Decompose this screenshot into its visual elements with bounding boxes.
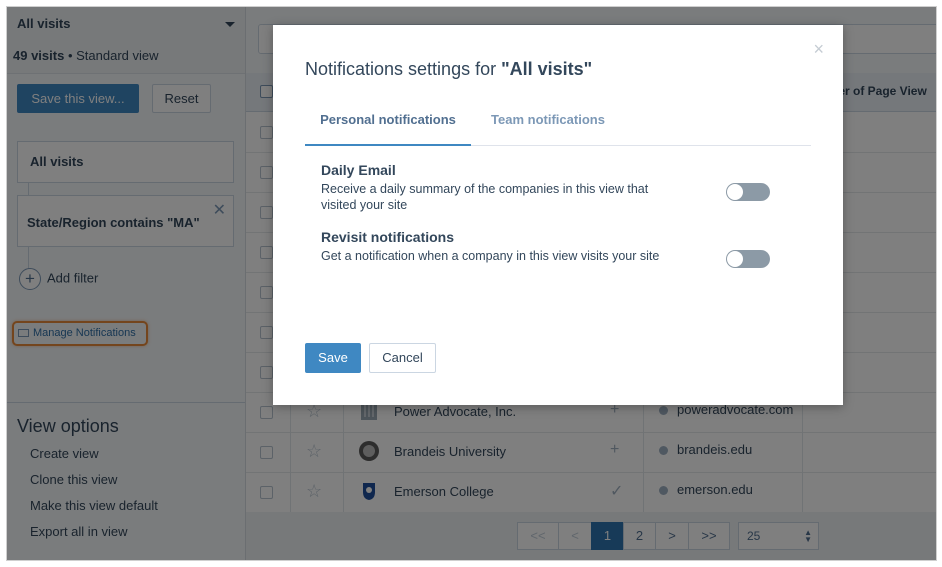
- modal-title: Notifications settings for "All visits": [305, 59, 592, 80]
- setting-title: Revisit notifications: [321, 229, 455, 245]
- setting-daily-email: Daily Email Receive a daily summary of t…: [321, 162, 681, 213]
- setting-description: Get a notification when a company in thi…: [321, 249, 660, 263]
- modal-title-view: "All visits": [501, 59, 593, 79]
- setting-title: Daily Email: [321, 162, 396, 178]
- toggle-knob: [727, 251, 743, 267]
- toggle-knob: [727, 184, 743, 200]
- save-button[interactable]: Save: [305, 343, 361, 373]
- revisit-notifications-toggle[interactable]: [726, 250, 770, 268]
- setting-description: Receive a daily summary of the companies…: [321, 182, 649, 212]
- setting-revisit-notifications: Revisit notifications Get a notification…: [321, 229, 681, 264]
- tab-personal-notifications[interactable]: Personal notifications: [305, 104, 471, 146]
- notification-tabs: Personal notifications Team notification…: [305, 104, 811, 146]
- app-window: All visits 49 visits • Standard view Sav…: [6, 6, 937, 561]
- tab-team-notifications[interactable]: Team notifications: [475, 104, 621, 144]
- notifications-settings-modal: × Notifications settings for "All visits…: [273, 25, 843, 405]
- close-icon[interactable]: ×: [813, 39, 824, 60]
- daily-email-toggle[interactable]: [726, 183, 770, 201]
- modal-title-prefix: Notifications settings for: [305, 59, 502, 79]
- cancel-button[interactable]: Cancel: [369, 343, 436, 373]
